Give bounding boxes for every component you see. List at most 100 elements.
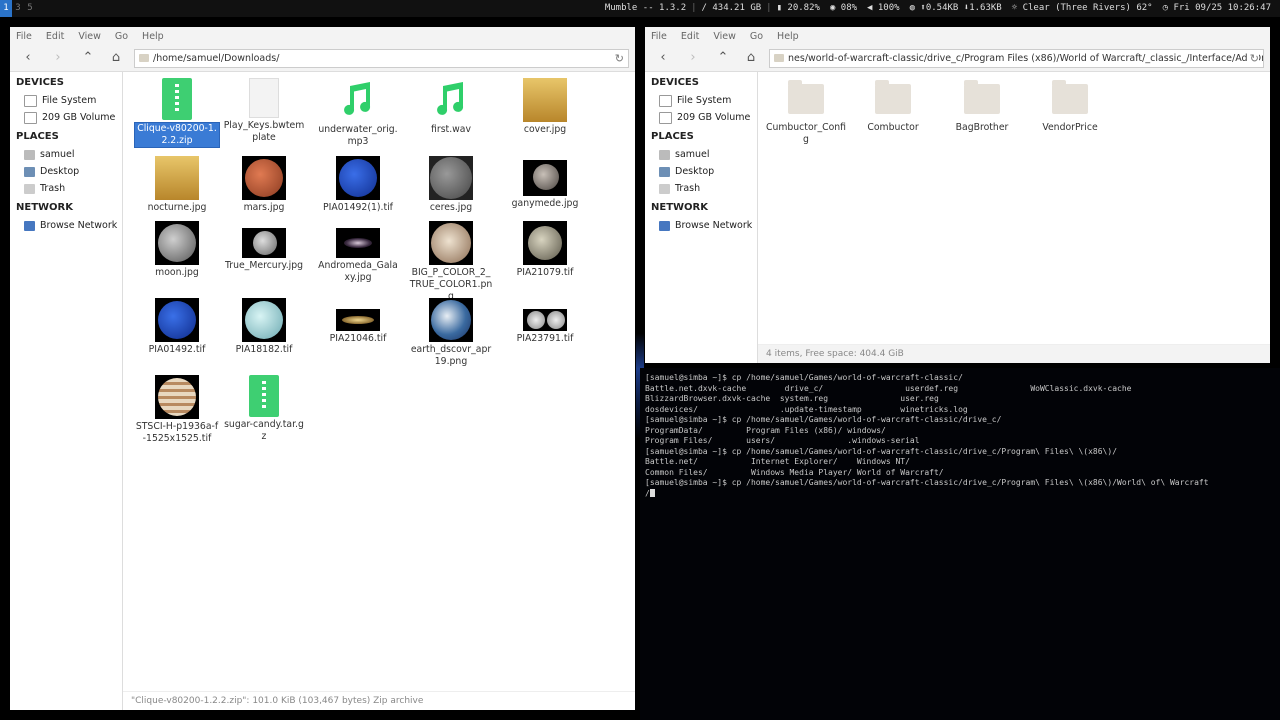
file-grid: Cumbuctor_Config Combuctor BagBrother Ve… [758, 72, 1270, 363]
folder-item[interactable]: VendorPrice [1027, 78, 1113, 134]
file-item[interactable]: PIA18182.tif [221, 298, 307, 356]
sidebar-item-label: Desktop [675, 166, 715, 177]
toolbar: ‹ › ⌃ ⌂ nes/world-of-warcraft-classic/dr… [645, 45, 1270, 72]
menu-view[interactable]: View [78, 31, 101, 42]
file-name: earth_dscovr_apr19.png [410, 344, 492, 367]
file-item[interactable]: Andromeda_Galaxy.jpg [315, 221, 401, 284]
file-name: ganymede.jpg [511, 198, 579, 209]
file-item[interactable]: Play_Keys.bwtemplate [221, 78, 307, 144]
menu-file[interactable]: File [651, 31, 667, 42]
file-item[interactable]: mars.jpg [221, 156, 307, 214]
workspace-1[interactable]: 1 [0, 0, 12, 17]
up-arrow-icon[interactable]: ⌃ [715, 50, 731, 66]
sidebar-heading-network: NETWORK [16, 202, 74, 213]
file-grid: Clique-v80200-1.2.2.zip Play_Keys.bwtemp… [123, 72, 635, 710]
menu-edit[interactable]: Edit [681, 31, 699, 42]
folder-item[interactable]: Combuctor [850, 78, 936, 134]
network-icon: ◍ [909, 3, 915, 13]
file-item[interactable]: ceres.jpg [408, 156, 494, 214]
sidebar-item-desktop[interactable]: Desktop [10, 163, 122, 180]
menu-file[interactable]: File [16, 31, 32, 42]
planets-thumbnail [523, 309, 567, 331]
file-name: Clique-v80200-1.2.2.zip [134, 122, 220, 148]
home-icon[interactable]: ⌂ [743, 50, 759, 66]
menu-view[interactable]: View [713, 31, 736, 42]
sidebar-item-label: samuel [40, 149, 75, 160]
up-arrow-icon[interactable]: ⌃ [80, 50, 96, 66]
file-item[interactable]: PIA21079.tif [502, 221, 588, 279]
mumble-status: Mumble -- 1.3.2 [604, 3, 687, 13]
sidebar-item-browse-network[interactable]: Browse Network [645, 217, 757, 234]
file-item[interactable]: PIA01492.tif [134, 298, 220, 356]
workspace-switcher[interactable]: 1 3 5 [0, 0, 36, 17]
file-item[interactable]: nocturne.jpg [134, 156, 220, 214]
location-bar[interactable]: nes/world-of-warcraft-classic/drive_c/Pr… [769, 49, 1264, 68]
home-icon[interactable]: ⌂ [108, 50, 124, 66]
terminal-line: Common Files/ Windows Media Player/ Worl… [645, 467, 944, 477]
location-bar[interactable]: /home/samuel/Downloads/ ↻ [134, 49, 629, 68]
file-manager-addons: File Edit View Go Help ‹ › ⌃ ⌂ nes/world… [645, 27, 1270, 363]
folder-item[interactable]: BagBrother [939, 78, 1025, 134]
file-item[interactable]: first.wav [408, 78, 494, 136]
menu-help[interactable]: Help [142, 31, 164, 42]
sidebar-item-volume[interactable]: 209 GB Volume [10, 109, 122, 126]
sidebar-item-desktop[interactable]: Desktop [645, 163, 757, 180]
file-item[interactable]: PIA01492(1).tif [315, 156, 401, 214]
terminal-line: BlizzardBrowser.dxvk-cache system.reg us… [645, 394, 939, 403]
folder-name: Cumbuctor_Config [765, 122, 847, 145]
file-item[interactable]: earth_dscovr_apr19.png [408, 298, 494, 368]
reload-icon[interactable]: ↻ [1246, 50, 1259, 67]
sidebar-item-file-system[interactable]: File System [645, 92, 757, 109]
file-item[interactable]: ganymede.jpg [502, 156, 588, 210]
back-arrow-icon[interactable]: ‹ [20, 50, 36, 66]
sidebar-item-samuel[interactable]: samuel [645, 146, 757, 163]
file-item[interactable]: sugar-candy.tar.gz [221, 375, 307, 443]
menu-go[interactable]: Go [750, 31, 763, 42]
toolbar: ‹ › ⌃ ⌂ /home/samuel/Downloads/ ↻ [10, 45, 635, 72]
cpu-status: 20.82% [787, 3, 820, 13]
home-folder-icon [24, 149, 35, 160]
folder-item[interactable]: Cumbuctor_Config [763, 78, 849, 146]
terminal-window[interactable]: [samuel@simba ~]$ cp /home/samuel/Games/… [640, 368, 1280, 720]
file-item[interactable]: True_Mercury.jpg [221, 221, 307, 272]
reload-icon[interactable]: ↻ [611, 50, 624, 67]
sidebar-item-trash[interactable]: Trash [10, 180, 122, 197]
neptune-thumbnail [155, 298, 199, 342]
network-icon [24, 220, 35, 231]
file-item[interactable]: PIA21046.tif [315, 298, 401, 345]
mercury-thumbnail [242, 228, 286, 258]
location-path: /home/samuel/Downloads/ [153, 53, 280, 64]
document-icon [249, 78, 279, 118]
back-arrow-icon[interactable]: ‹ [655, 50, 671, 66]
terminal-cursor [649, 488, 655, 497]
menu-help[interactable]: Help [777, 31, 799, 42]
terminal-line: [samuel@simba ~]$ cp /home/samuel/Games/… [645, 478, 1209, 487]
file-item[interactable]: cover.jpg [502, 78, 588, 136]
forward-arrow-icon[interactable]: › [50, 50, 66, 66]
workspace-3[interactable]: 3 [12, 0, 24, 17]
menu-edit[interactable]: Edit [46, 31, 64, 42]
workspace-5[interactable]: 5 [24, 0, 36, 17]
forward-arrow-icon[interactable]: › [685, 50, 701, 66]
sidebar-item-browse-network[interactable]: Browse Network [10, 217, 122, 234]
sidebar-item-file-system[interactable]: File System [10, 92, 122, 109]
sidebar-heading-devices: DEVICES [16, 77, 64, 88]
galaxy-thumbnail [336, 228, 380, 258]
sidebar-heading-network: NETWORK [651, 202, 709, 213]
menu-go[interactable]: Go [115, 31, 128, 42]
file-item[interactable]: PIA23791.tif [502, 298, 588, 345]
terminal-line: [samuel@simba ~]$ cp /home/samuel/Games/… [645, 373, 963, 382]
sidebar-item-volume[interactable]: 209 GB Volume [645, 109, 757, 126]
sidebar-item-samuel[interactable]: samuel [10, 146, 122, 163]
sidebar: DEVICES File System 209 GB Volume PLACES… [10, 72, 123, 710]
sidebar-heading-places: PLACES [651, 131, 694, 142]
file-item[interactable]: STSCI-H-p1936a-f-1525x1525.tif [134, 375, 220, 445]
file-item[interactable]: Clique-v80200-1.2.2.zip [134, 78, 220, 148]
file-item[interactable]: BIG_P_COLOR_2_TRUE_COLOR1.png [408, 221, 494, 303]
file-item[interactable]: moon.jpg [134, 221, 220, 279]
desktop-icon [24, 166, 35, 177]
network-icon [659, 220, 670, 231]
sidebar-item-trash[interactable]: Trash [645, 180, 757, 197]
file-item[interactable]: underwater_orig.mp3 [315, 78, 401, 148]
file-name: underwater_orig.mp3 [318, 124, 398, 147]
